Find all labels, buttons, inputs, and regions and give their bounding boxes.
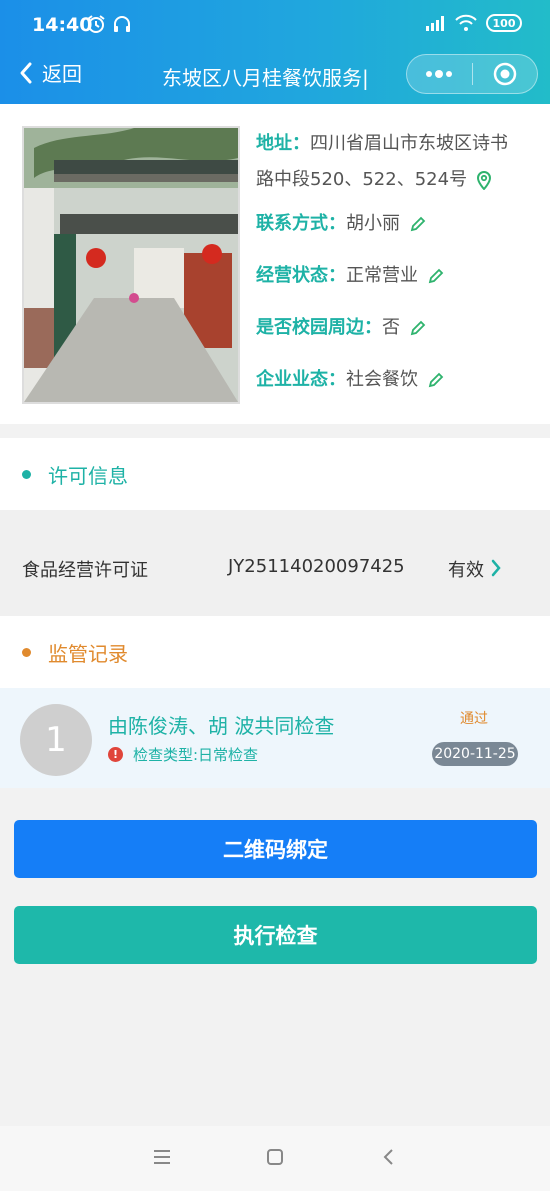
record-date-badge: 2020-11-25 (432, 742, 518, 766)
back-label: 返回 (42, 62, 82, 86)
edit-campus-icon[interactable] (409, 319, 427, 337)
address-line2: 路中段520、522、524号 (256, 169, 468, 190)
license-row[interactable]: 食品经营许可证 JY25114020097425 有效 (0, 510, 550, 616)
headset-icon (114, 16, 130, 32)
wifi-icon (455, 14, 477, 31)
record-result: 通过 (460, 711, 488, 727)
business-status-value: 正常营业 (346, 265, 418, 286)
business-type-value: 社会餐饮 (346, 369, 418, 390)
license-name: 食品经营许可证 (22, 560, 148, 581)
record-title: 由陈俊涛、胡 波共同检查 (108, 714, 335, 738)
license-validity: 有效 (448, 560, 484, 581)
status-right: 100 (424, 14, 522, 32)
contact-label: 联系方式： (256, 213, 346, 234)
chevron-right-icon (491, 559, 501, 577)
status-icons (86, 14, 132, 34)
business-status-label: 经营状态： (256, 265, 346, 286)
close-miniprogram-button[interactable] (473, 55, 538, 93)
address-field: 地址：四川省眉山市东坡区诗书 (256, 126, 508, 162)
status-bar: 14:40 100 (0, 0, 550, 52)
edit-type-icon[interactable] (427, 371, 445, 389)
shop-photo-image (24, 128, 238, 402)
contact-value: 胡小丽 (346, 213, 400, 234)
address-field-line2: 路中段520、522、524号 (256, 162, 492, 198)
shop-info-card: 地址：四川省眉山市东坡区诗书 路中段520、522、524号 联系方式：胡小丽 … (0, 104, 550, 424)
business-type-field: 企业业态：社会餐饮 (256, 362, 445, 398)
license-number: JY25114020097425 (228, 556, 405, 577)
campus-field: 是否校园周边：否 (256, 310, 427, 346)
battery-indicator: 100 (486, 14, 522, 32)
more-dots-icon (426, 70, 453, 78)
back-button[interactable]: 返回 (18, 58, 82, 87)
license-section-dot (22, 470, 31, 479)
license-section-header: 许可信息 (0, 438, 550, 510)
record-type: 检查类型:日常检查 (133, 746, 259, 764)
miniprogram-capsule (406, 54, 538, 94)
shop-photo[interactable] (22, 126, 240, 404)
record-section-header: 监管记录 (0, 616, 550, 688)
license-section-title: 许可信息 (48, 464, 128, 488)
bind-qrcode-button[interactable]: 二维码绑定 (14, 820, 537, 878)
location-pin-icon[interactable] (476, 170, 492, 190)
record-type-row: ! 检查类型:日常检查 (108, 744, 258, 765)
business-status-field: 经营状态：正常营业 (256, 258, 445, 294)
chevron-left-icon (20, 62, 32, 83)
more-button[interactable] (407, 55, 472, 93)
alarm-icon (87, 15, 105, 33)
business-type-label: 企业业态： (256, 369, 346, 390)
status-time: 14:40 (32, 14, 93, 36)
record-index: 1 (20, 704, 92, 776)
nav-bar: 返回 东坡区八月桂餐饮服务| (0, 52, 550, 104)
address-label: 地址： (256, 133, 310, 154)
edit-status-icon[interactable] (427, 267, 445, 285)
system-nav-bar (0, 1126, 550, 1191)
edit-contact-icon[interactable] (409, 215, 427, 233)
app-header: 14:40 100 返回 东坡区八月桂餐饮服务| (0, 0, 550, 104)
back-nav-icon[interactable] (382, 1148, 396, 1166)
home-icon[interactable] (266, 1148, 284, 1166)
address-line1: 四川省眉山市东坡区诗书 (310, 133, 508, 154)
record-item[interactable]: 1 由陈俊涛、胡 波共同检查 ! 检查类型:日常检查 通过 (0, 688, 550, 788)
campus-value: 否 (382, 317, 400, 338)
contact-field: 联系方式：胡小丽 (256, 206, 427, 242)
signal-icon (426, 16, 444, 31)
page-title: 东坡区八月桂餐饮服务| (162, 66, 369, 90)
record-section-title: 监管记录 (48, 642, 128, 666)
campus-label: 是否校园周边： (256, 317, 382, 338)
record-section-dot (22, 648, 31, 657)
info-icon: ! (108, 747, 123, 762)
target-icon (493, 62, 516, 86)
execute-inspection-button[interactable]: 执行检查 (14, 906, 537, 964)
menu-icon[interactable] (152, 1148, 172, 1166)
